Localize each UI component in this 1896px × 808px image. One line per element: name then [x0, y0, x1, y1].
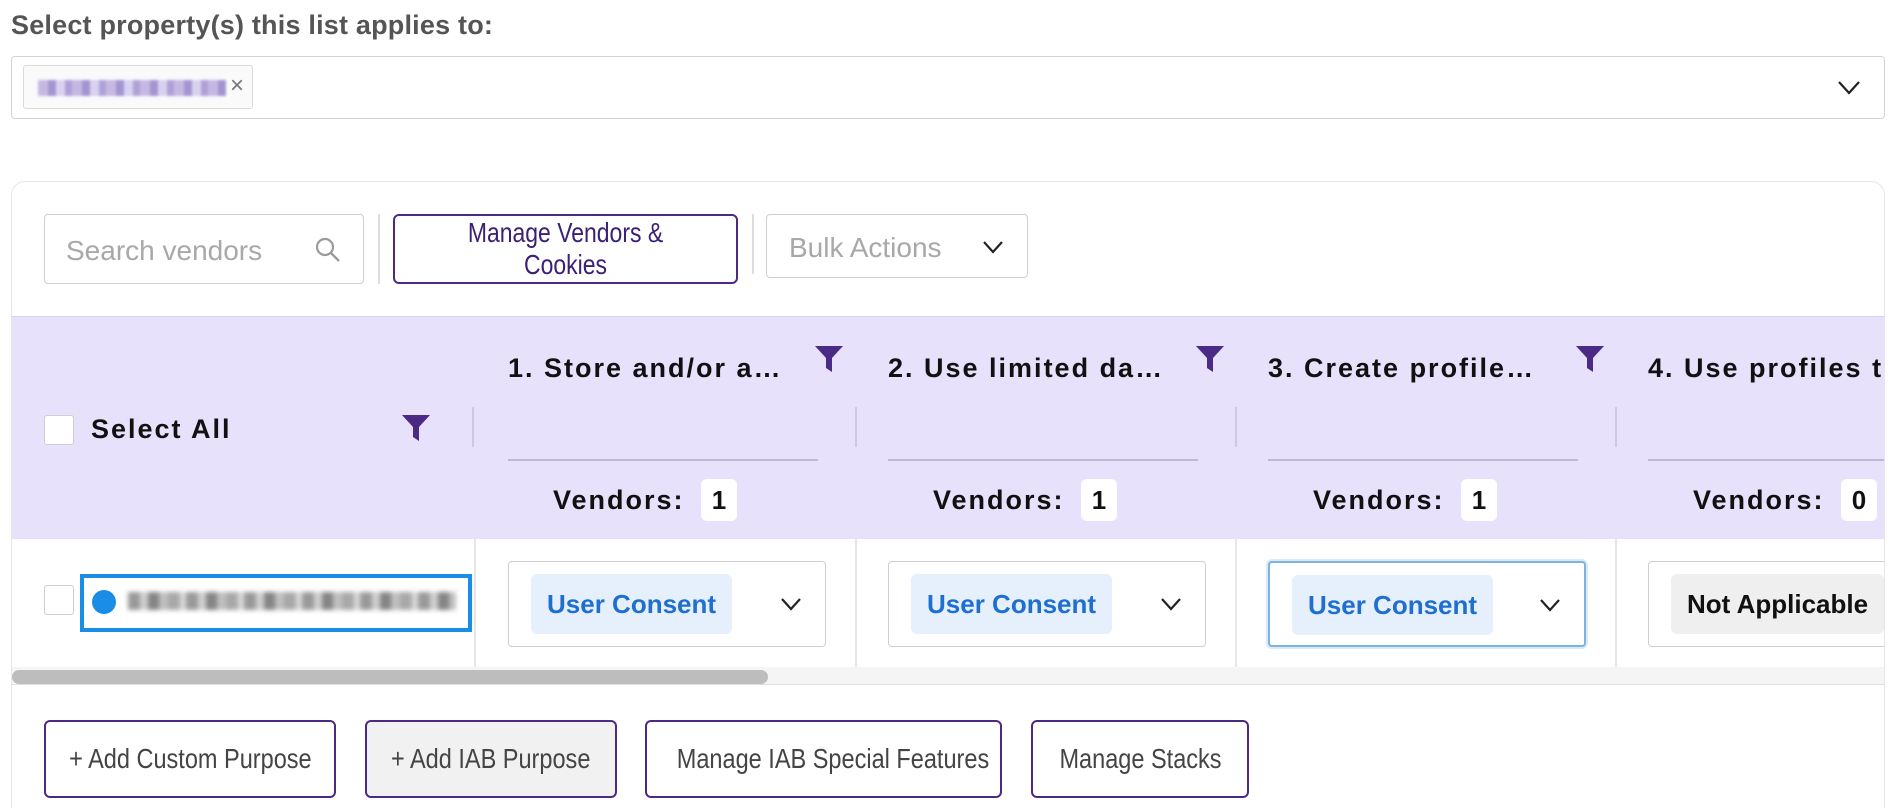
consent-type-select[interactable]: Not Applicable — [1648, 561, 1884, 647]
manage-iab-special-features-button[interactable]: Manage IAB Special Features — [645, 720, 1002, 798]
consent-type-select[interactable]: User Consent — [508, 561, 826, 647]
property-select-label: Select property(s) this list applies to: — [11, 10, 494, 40]
consent-value: Not Applicable — [1671, 574, 1884, 634]
column-divider — [472, 407, 474, 447]
vendor-name-cell[interactable] — [80, 574, 472, 632]
chip-remove-icon[interactable]: × — [230, 74, 244, 98]
purpose-column-title: 4. Use profiles to — [1648, 353, 1885, 383]
row-checkbox[interactable] — [44, 585, 74, 615]
purposes-card: Search vendors Manage Vendors & Cookies … — [11, 181, 1885, 808]
add-custom-purpose-button[interactable]: + Add Custom Purpose — [44, 720, 336, 798]
column-rule — [1268, 459, 1578, 461]
column-divider — [855, 407, 857, 447]
consent-value: User Consent — [531, 574, 733, 634]
chevron-down-icon — [1540, 599, 1560, 612]
chevron-down-icon — [781, 598, 801, 611]
vendors-label: Vendors: — [1693, 485, 1825, 515]
chevron-down-icon — [983, 241, 1003, 254]
chevron-down-icon — [1161, 598, 1181, 611]
filter-funnel-icon[interactable] — [401, 413, 431, 443]
toolbar-divider — [378, 214, 380, 284]
scrollbar-thumb[interactable] — [12, 670, 768, 684]
column-rule — [888, 459, 1198, 461]
purpose-column-title: 3. Create profile… — [1268, 353, 1536, 383]
vendor-name-redacted — [128, 592, 456, 610]
property-chip: × — [23, 65, 253, 109]
vendors-count-badge: 1 — [1461, 479, 1497, 521]
vendors-label: Vendors: — [933, 485, 1065, 515]
column-divider — [855, 539, 857, 667]
vendors-count-badge: 1 — [701, 479, 737, 521]
column-divider — [1615, 539, 1617, 667]
property-select[interactable]: × — [11, 56, 1885, 119]
manage-vendors-cookies-button[interactable]: Manage Vendors & Cookies — [393, 214, 738, 284]
column-divider — [474, 539, 476, 667]
vendors-count-badge: 0 — [1841, 479, 1877, 521]
manage-stacks-button[interactable]: Manage Stacks — [1031, 720, 1249, 798]
column-divider — [1235, 407, 1237, 447]
select-all-checkbox[interactable] — [44, 415, 74, 445]
consent-type-select[interactable]: User Consent — [888, 561, 1206, 647]
status-dot-icon — [92, 590, 116, 614]
consent-type-select[interactable]: User Consent — [1268, 561, 1586, 647]
column-rule — [508, 459, 818, 461]
bulk-actions-dropdown[interactable]: Bulk Actions — [766, 214, 1028, 278]
filter-funnel-icon[interactable] — [1195, 344, 1225, 374]
vendors-label: Vendors: — [553, 485, 685, 515]
horizontal-scrollbar[interactable] — [12, 667, 1884, 685]
search-icon — [315, 237, 340, 262]
bulk-actions-label: Bulk Actions — [789, 232, 942, 263]
table-row: User Consent User Consent User Consent N… — [12, 539, 1884, 667]
search-vendors-input[interactable]: Search vendors — [44, 214, 364, 284]
filter-funnel-icon[interactable] — [814, 344, 844, 374]
consent-value: User Consent — [1292, 575, 1494, 635]
purpose-column-title: 1. Store and/or a… — [508, 353, 783, 383]
select-all-label: Select All — [91, 414, 232, 444]
add-iab-purpose-button[interactable]: + Add IAB Purpose — [365, 720, 617, 798]
filter-funnel-icon[interactable] — [1575, 344, 1605, 374]
table-header: Select All 1. Store and/or a… Vendors: 1… — [12, 316, 1885, 539]
column-divider — [1235, 539, 1237, 667]
purpose-column-title: 2. Use limited da… — [888, 353, 1165, 383]
property-chip-label-redacted — [38, 80, 226, 96]
vendors-label: Vendors: — [1313, 485, 1445, 515]
toolbar-divider — [752, 214, 754, 274]
column-rule — [1648, 459, 1884, 461]
consent-value: User Consent — [911, 574, 1113, 634]
search-placeholder: Search vendors — [66, 235, 263, 266]
chevron-down-icon[interactable] — [1836, 73, 1862, 101]
column-divider — [1615, 407, 1617, 447]
vendors-count-badge: 1 — [1081, 479, 1117, 521]
